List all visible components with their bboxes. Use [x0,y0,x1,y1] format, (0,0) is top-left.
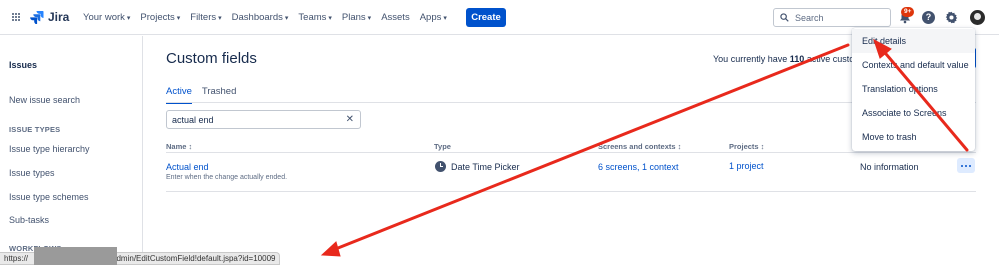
search-input[interactable]: Search [773,8,891,27]
menu-item-move-to-trash[interactable]: Move to trash [852,125,975,149]
chevron-down-icon: ▾ [176,14,181,22]
chevron-down-icon: ▾ [443,14,447,22]
jira-logo-icon [30,11,44,24]
menu-item-associate-to-screens[interactable]: Associate to Screens [852,101,975,125]
field-description: Enter when the change actually ended. [166,174,288,181]
primary-nav: Your work ▾ Projects ▾ Filters ▾ Dashboards… [83,12,457,23]
jira-logo[interactable]: Jira [30,10,69,24]
annotation-arrows [320,38,969,257]
nav-filters[interactable]: Filters ▾ [190,12,221,23]
nav-plans[interactable]: Plans ▾ [342,12,371,23]
custom-field-count-text: You currently have 110 active custom [713,54,862,64]
redaction-block [34,247,117,265]
chevron-down-icon: ▾ [284,14,289,22]
projects-link[interactable]: 1 project [729,161,764,171]
chevron-down-icon: ▾ [218,14,222,22]
column-header-screens[interactable]: Screens and contexts ↕ [598,142,681,151]
nav-dashboards[interactable]: Dashboards ▾ [232,12,289,23]
help-icon[interactable]: ? [922,11,935,24]
menu-item-edit-details[interactable]: Edit details [852,29,975,53]
sidebar-title: Issues [9,60,38,70]
table-header-divider [166,152,976,153]
menu-item-translation-options[interactable]: Translation options [852,77,975,101]
last-value-text: No information [860,162,919,172]
field-filter-input[interactable]: actual end ✕ [166,110,361,129]
sidebar-item-issue-type-hierarchy[interactable]: Issue type hierarchy [9,144,90,154]
menu-item-contexts-default-value[interactable]: Contexts and default value [852,53,975,77]
nav-your-work[interactable]: Your work ▾ [83,12,130,23]
sidebar-section-issue-types: ISSUE TYPES [9,125,61,134]
column-header-projects[interactable]: Projects ↕ [729,142,764,151]
field-name-link[interactable]: Actual end [166,162,209,172]
search-icon [780,13,789,22]
more-actions-button[interactable] [957,158,975,173]
arrow-to-status-url [331,43,850,252]
sidebar-item-new-issue-search[interactable]: New issue search [9,95,80,105]
sidebar-item-issue-type-schemes[interactable]: Issue type schemes [9,192,89,202]
notification-badge: 9+ [901,7,915,17]
nav-apps[interactable]: Apps ▾ [420,12,447,23]
app-name: Jira [48,10,70,24]
sidebar: Issues New issue search ISSUE TYPES Issu… [0,36,143,265]
table-row-divider [166,191,976,192]
sidebar-item-sub-tasks[interactable]: Sub-tasks [9,215,49,225]
filter-value: actual end [172,114,214,125]
arrow-head-status-url [320,241,341,257]
clock-icon [435,161,446,172]
nav-projects[interactable]: Projects ▾ [140,12,180,23]
top-navigation: Jira Your work ▾ Projects ▾ Filters ▾ Dashb… [0,0,999,35]
clear-icon[interactable]: ✕ [346,114,354,125]
create-button[interactable]: Create [466,8,506,27]
nav-teams[interactable]: Teams ▾ [298,12,332,23]
sidebar-item-issue-types[interactable]: Issue types [9,168,55,178]
avatar[interactable] [970,10,985,25]
column-header-name[interactable]: Name ↕ [166,142,192,151]
chevron-down-icon: ▾ [328,14,332,22]
column-header-type: Type [434,142,451,151]
chevron-down-icon: ▾ [367,14,372,22]
search-placeholder: Search [795,12,824,23]
field-type: Date Time Picker [451,162,520,172]
nav-assets[interactable]: Assets [381,12,410,23]
settings-gear-icon[interactable] [945,11,958,24]
page-title: Custom fields [166,50,257,67]
screens-contexts-link[interactable]: 6 screens, 1 context [598,162,679,172]
chevron-down-icon: ▾ [126,14,131,22]
app-switcher-icon[interactable] [12,13,21,22]
actions-dropdown-menu: Edit details Contexts and default value … [852,28,975,151]
custom-field-count: 110 [789,54,805,64]
